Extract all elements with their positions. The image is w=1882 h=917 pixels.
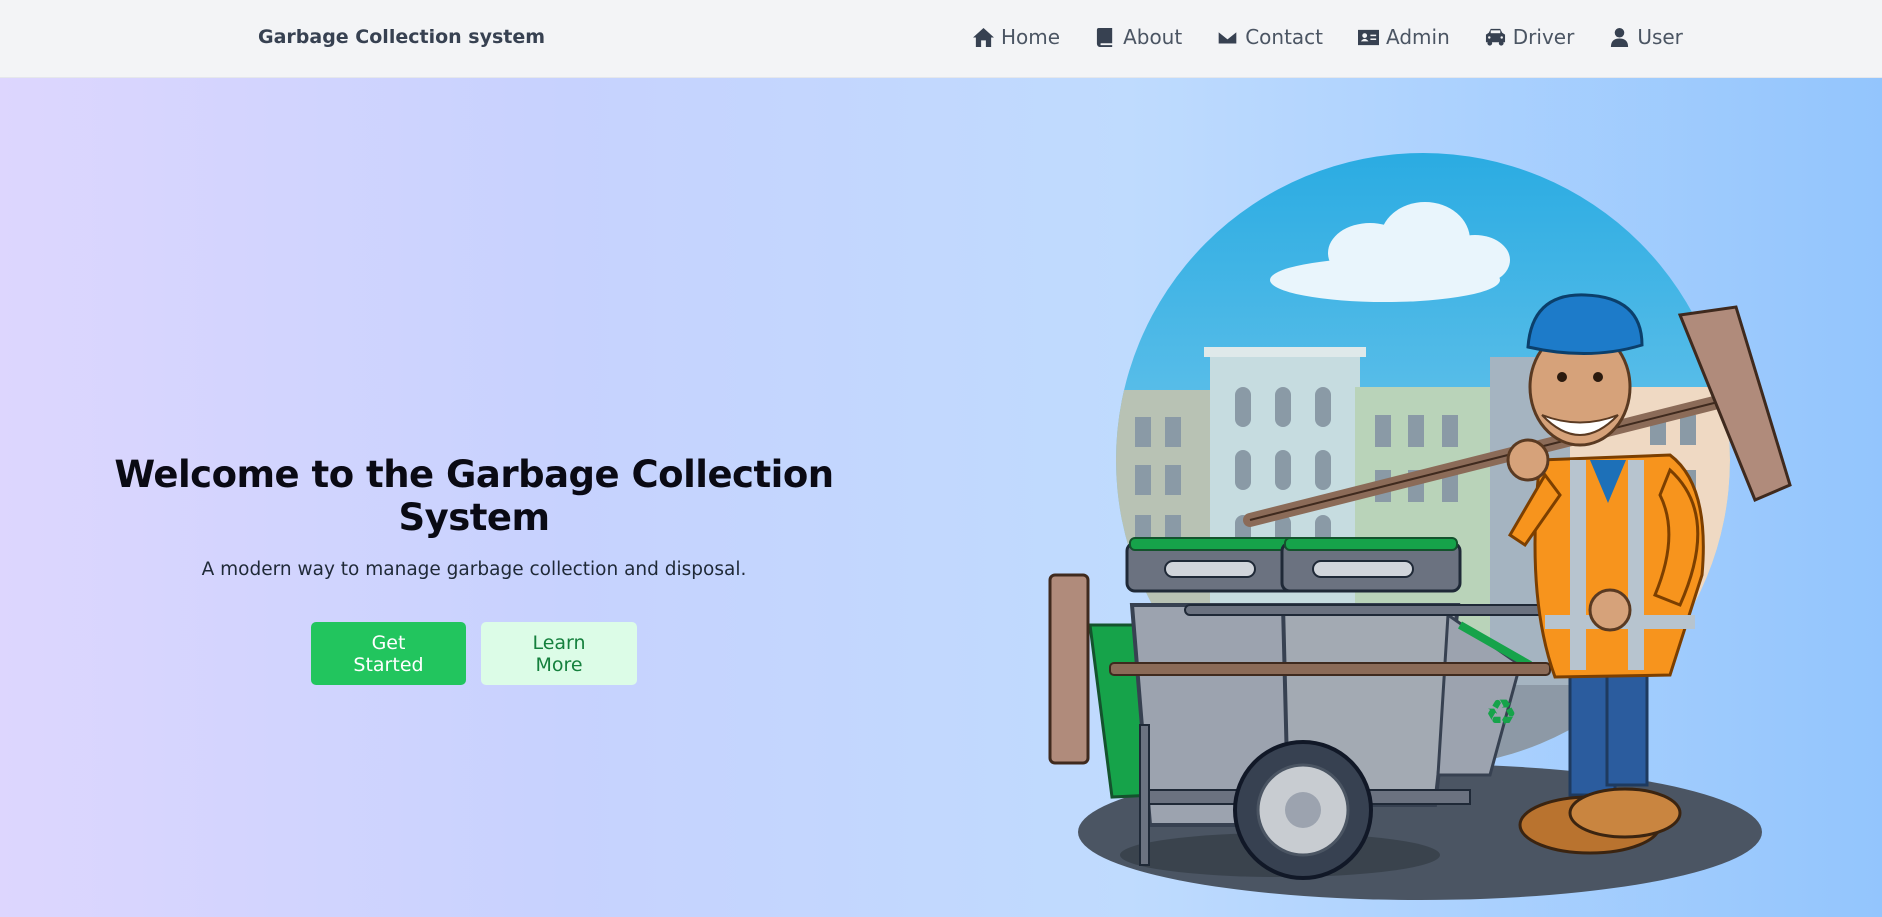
car-icon [1485,28,1505,46]
nav-link-driver[interactable]: Driver [1484,25,1575,49]
brand-title[interactable]: Garbage Collection system [258,26,545,48]
hero-title: Welcome to the Garbage Collection System [114,453,834,539]
home-icon [973,27,994,47]
nav-link-label: Admin [1386,25,1450,49]
nav-links: Home About Contact Admin Driver User [972,25,1683,49]
hero-subtitle: A modern way to manage garbage collectio… [201,559,747,580]
nav-link-label: Home [1001,25,1061,49]
nav-link-user[interactable]: User [1608,25,1683,49]
book-icon [1096,27,1113,47]
top-navbar: Garbage Collection system Home About Con… [0,0,1882,78]
nav-link-label: Driver [1512,25,1575,49]
nav-link-admin[interactable]: Admin [1357,25,1450,49]
user-icon [1611,27,1629,47]
envelope-icon [1217,29,1238,45]
nav-link-label: About [1123,25,1183,49]
get-started-button[interactable]: Get Started [311,622,466,685]
garbage-collector-illustration: ♻ [1048,153,1792,900]
nav-link-label: Contact [1245,25,1324,49]
svg-text:♻: ♻ [1485,693,1517,734]
hero-text: Welcome to the Garbage Collection System… [60,453,888,685]
hero-buttons: Get Started Learn More [60,622,888,685]
nav-link-contact[interactable]: Contact [1216,25,1323,49]
learn-more-button[interactable]: Learn More [481,622,637,685]
nav-link-home[interactable]: Home [972,25,1060,49]
nav-link-label: User [1637,25,1683,49]
nav-link-about[interactable]: About [1094,25,1182,49]
id-card-icon [1358,29,1380,45]
